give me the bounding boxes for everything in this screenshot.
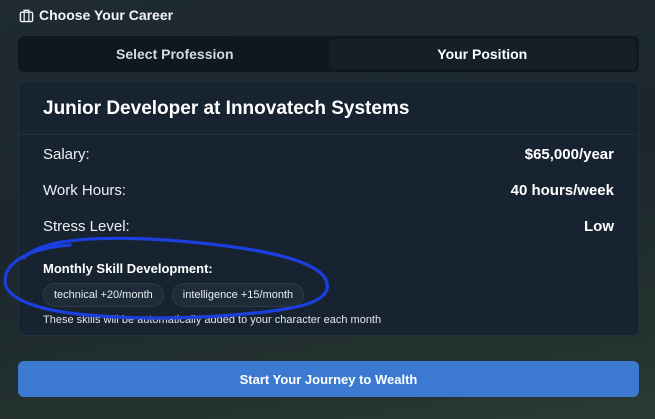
stress-level-row: Stress Level: Low (43, 218, 614, 235)
stress-level-label: Stress Level: (43, 218, 130, 235)
salary-value: $65,000/year (524, 146, 614, 163)
position-card: Junior Developer at Innovatech Systems S… (18, 81, 639, 336)
stress-level-value: Low (584, 218, 614, 235)
work-hours-row: Work Hours: 40 hours/week (43, 182, 614, 199)
work-hours-label: Work Hours: (43, 182, 127, 199)
position-title: Junior Developer at Innovatech Systems (43, 98, 410, 119)
briefcase-icon (18, 7, 34, 23)
skill-badge-intelligence: intelligence +15/month (171, 283, 305, 307)
card-divider (19, 134, 638, 135)
tab-your-position[interactable]: Your Position (328, 39, 636, 69)
skill-badge-technical: technical +20/month (43, 283, 164, 307)
skills-list: technical +20/month intelligence +15/mon… (43, 283, 305, 307)
career-tabs: Select Profession Your Position (18, 36, 639, 72)
start-journey-button[interactable]: Start Your Journey to Wealth (18, 361, 639, 397)
salary-row: Salary: $65,000/year (43, 146, 614, 163)
skills-heading: Monthly Skill Development: (43, 261, 213, 276)
page-header: Choose Your Career (18, 5, 173, 25)
tab-select-profession[interactable]: Select Profession (21, 39, 329, 69)
salary-label: Salary: (43, 146, 90, 163)
work-hours-value: 40 hours/week (510, 182, 614, 199)
page-title: Choose Your Career (39, 7, 174, 23)
skills-note: These skills will be automatically added… (43, 314, 382, 326)
